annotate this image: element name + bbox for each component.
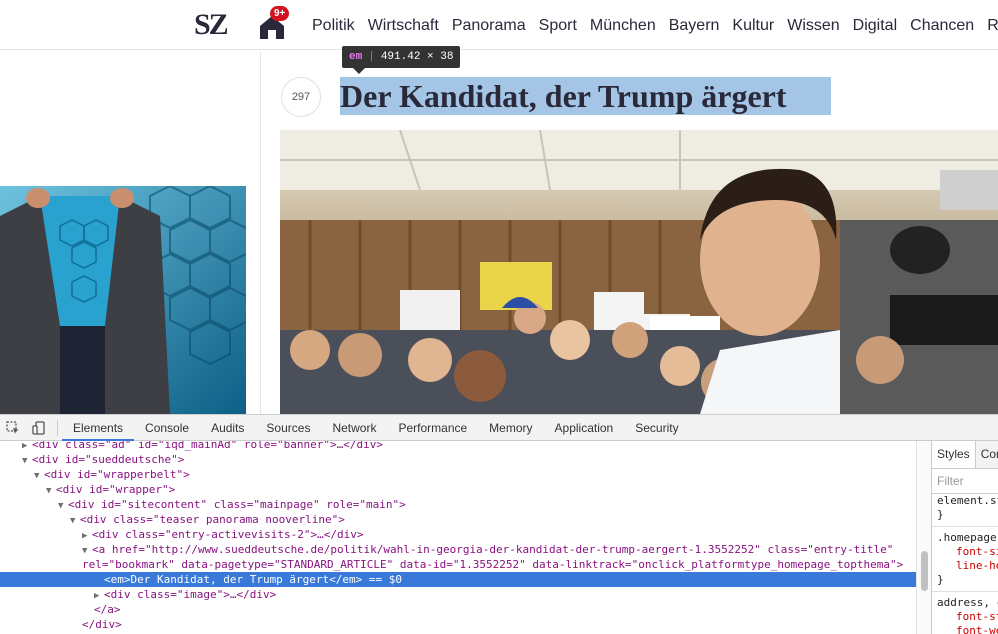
collapsed-triangle-icon[interactable]: ▶ [94, 589, 104, 602]
tab-audits[interactable]: Audits [200, 415, 255, 441]
dom-node-markup: <div class="ad" id="iqd_mainAd" role="ba… [32, 441, 383, 451]
nav-item-wissen[interactable]: Wissen [787, 17, 839, 35]
dom-node-row[interactable]: ▶ <div class="entry-activevisits-2">…</di… [0, 527, 916, 542]
nav-item-kultur[interactable]: Kultur [732, 17, 774, 35]
tab-performance[interactable]: Performance [387, 415, 478, 441]
expanded-triangle-icon[interactable]: ▼ [34, 469, 44, 482]
styles-pane: Styles Computed Filter element.style {}.… [931, 441, 998, 634]
tab-application[interactable]: Application [544, 415, 625, 441]
dom-node-markup: <em>Der Kandidat, der Trump ärgert</em> … [104, 573, 403, 586]
expanded-triangle-icon[interactable]: ▼ [58, 499, 68, 512]
tooltip-separator: | [368, 51, 375, 63]
styles-filter-input[interactable]: Filter [932, 469, 998, 494]
dom-node-markup: </div> [82, 618, 122, 631]
dom-node-row[interactable]: ▼ <div id="wrapperbelt"> [0, 467, 916, 482]
dom-node-markup: <div class="image">…</div> [104, 588, 277, 601]
tab-elements[interactable]: Elements [62, 415, 135, 441]
rule-separator [932, 591, 998, 592]
tab-memory[interactable]: Memory [478, 415, 543, 441]
main-nav: Politik Wirtschaft Panorama Sport Münche… [312, 17, 998, 35]
dom-node-row[interactable]: ▼ <div class="teaser panorama nooverline"… [0, 512, 916, 527]
tab-computed[interactable]: Computed [976, 441, 998, 468]
dom-node-markup: <div id="sueddeutsche"> [32, 453, 185, 466]
styles-rules: element.style {} .homepage .entry-title e… [932, 494, 998, 634]
tab-sources[interactable]: Sources [255, 415, 321, 441]
dom-node-row-selected[interactable]: <em>Der Kandidat, der Trump ärgert</em> … [0, 572, 916, 587]
dom-node-markup: <div class="entry-activevisits-2">…</div… [92, 528, 364, 541]
nav-item-digital[interactable]: Digital [853, 17, 897, 35]
css-selector: } [937, 508, 944, 521]
dom-node-markup: <div id="wrapper"> [56, 483, 176, 496]
nav-item-reise[interactable]: Reise [987, 17, 998, 35]
nav-item-bayern[interactable]: Bayern [669, 17, 720, 35]
campaign-crowd-photo [280, 130, 998, 414]
inspect-tooltip: em | 491.42 × 38 [342, 46, 461, 74]
css-selector: .homepage .entry-title em { [937, 531, 998, 544]
css-selector: address, cite, em { [937, 596, 998, 609]
nav-item-chancen[interactable]: Chancen [910, 17, 974, 35]
collapsed-triangle-icon[interactable]: ▶ [22, 441, 32, 452]
device-toolbar-icon[interactable] [31, 420, 47, 436]
article-photo[interactable] [280, 130, 998, 414]
dom-node-row[interactable]: ▼ <div id="sitecontent" class="mainpage" … [0, 497, 916, 512]
dom-node-row[interactable]: ▼ <a href="http://www.sueddeutsche.de/pol… [0, 542, 916, 557]
tabbar-divider [57, 420, 58, 436]
dom-node-markup: <a href="http://www.sueddeutsche.de/poli… [92, 543, 894, 556]
nav-item-politik[interactable]: Politik [312, 17, 355, 35]
home-button[interactable]: 9+ [258, 6, 292, 40]
devtools-panel: Elements Console Audits Sources Network … [0, 414, 998, 634]
expanded-triangle-icon[interactable]: ▼ [46, 484, 56, 497]
css-property[interactable]: font-style: italic; [932, 610, 998, 624]
nav-item-muenchen[interactable]: München [590, 17, 656, 35]
dom-node-row[interactable]: ▼ <div id="wrapper"> [0, 482, 916, 497]
tooltip-tag: em [349, 51, 363, 63]
collapsed-triangle-icon[interactable]: ▶ [82, 529, 92, 542]
dom-node-row[interactable]: </a> [0, 602, 916, 617]
dom-node-markup: rel="bookmark" data-pagetype="STANDARD_A… [82, 558, 904, 571]
tab-styles[interactable]: Styles [932, 441, 976, 468]
dom-node-markup: <div id="sitecontent" class="mainpage" r… [68, 498, 406, 511]
dom-node-row-continued[interactable]: rel="bookmark" data-pagetype="STANDARD_A… [0, 557, 916, 572]
dom-scrollbar[interactable] [916, 441, 931, 634]
inspect-element-icon[interactable] [5, 420, 21, 436]
active-visits-counter: 297 [281, 77, 321, 117]
dom-node-row[interactable]: </div> [0, 617, 916, 632]
dom-tree: ▶ <div class="ad" id="iqd_mainAd" role="b… [0, 441, 916, 634]
css-selector: } [937, 573, 944, 586]
tab-network[interactable]: Network [321, 415, 387, 441]
side-ad-image[interactable] [0, 186, 246, 414]
site-header: SZ 9+ Politik Wirtschaft Panorama Sport … [0, 0, 998, 50]
dom-node-row[interactable]: ▶ <div class="ad" id="iqd_mainAd" role="b… [0, 441, 916, 452]
expanded-triangle-icon[interactable]: ▼ [70, 514, 80, 527]
rule-separator [932, 526, 998, 527]
dom-node-row[interactable]: ▼ <div id="sueddeutsche"> [0, 452, 916, 467]
css-property[interactable]: line-height: 38px; [932, 559, 998, 573]
dom-node-markup: <div id="wrapperbelt"> [44, 468, 190, 481]
nav-item-sport[interactable]: Sport [539, 17, 577, 35]
styles-tabs: Styles Computed [932, 441, 998, 469]
expanded-triangle-icon[interactable]: ▼ [22, 454, 32, 467]
ad-businessman-image [0, 186, 246, 414]
nav-item-panorama[interactable]: Panorama [452, 17, 526, 35]
css-selector: element.style { [937, 494, 998, 507]
tooltip-dimensions: 491.42 × 38 [380, 51, 454, 63]
dom-node-markup: </a> [94, 603, 121, 616]
devtools-tabbar: Elements Console Audits Sources Network … [0, 415, 998, 441]
dom-node-markup: <div class="teaser panorama nooverline"> [80, 513, 345, 526]
scrollbar-thumb[interactable] [921, 551, 928, 591]
tab-security[interactable]: Security [624, 415, 689, 441]
notification-badge: 9+ [270, 6, 290, 21]
css-property[interactable]: font-size: 32px; [932, 545, 998, 559]
article-headline[interactable]: Der Kandidat, der Trump ärgert [340, 77, 831, 115]
devtools-tabs: Elements Console Audits Sources Network … [62, 415, 690, 441]
tab-console[interactable]: Console [134, 415, 200, 441]
expanded-triangle-icon[interactable]: ▼ [82, 544, 92, 557]
nav-item-wirtschaft[interactable]: Wirtschaft [368, 17, 439, 35]
sz-logo[interactable]: SZ [194, 8, 229, 42]
dom-node-row[interactable]: ▶ <div class="image">…</div> [0, 587, 916, 602]
